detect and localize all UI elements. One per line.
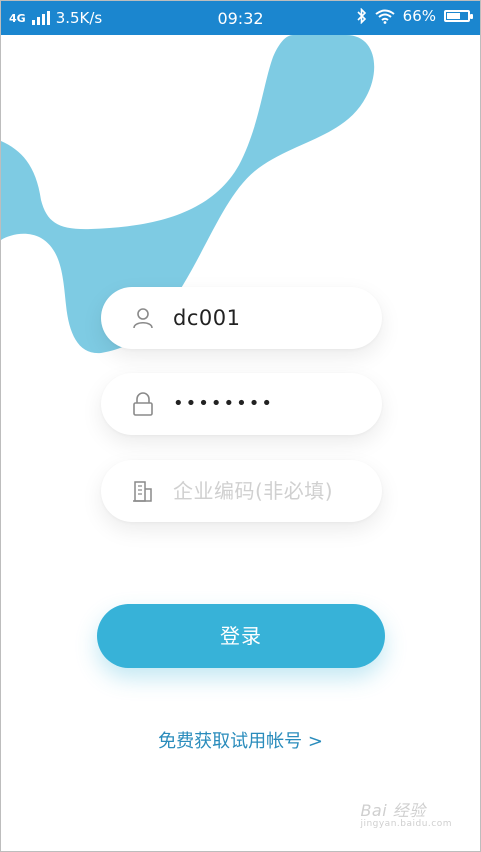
username-field[interactable]: dc001 [101,287,382,349]
battery-percent: 66% [402,7,436,25]
building-icon [133,481,152,502]
watermark: Bai 经验 jingyan.baidu.com [360,797,452,829]
user-icon [133,308,153,329]
lock-icon [133,392,153,416]
password-field[interactable]: •••••••• [101,373,382,435]
watermark-sub: jingyan.baidu.com [360,819,452,829]
password-value: •••••••• [173,393,274,414]
bluetooth-icon [357,8,366,24]
wifi-icon [375,9,395,24]
battery-icon [444,10,473,22]
free-trial-link[interactable]: 免费获取试用帐号 > [1,727,480,753]
status-bar: 4G 3.5K/s 09:32 66% [1,1,480,35]
username-value: dc001 [173,306,241,330]
company-code-field[interactable]: 企业编码(非必填) [101,460,382,522]
watermark-text: Bai 经验 [360,801,426,820]
company-code-placeholder: 企业编码(非必填) [173,479,334,503]
login-button[interactable]: 登录 [97,604,385,668]
status-right: 66% [357,7,473,25]
